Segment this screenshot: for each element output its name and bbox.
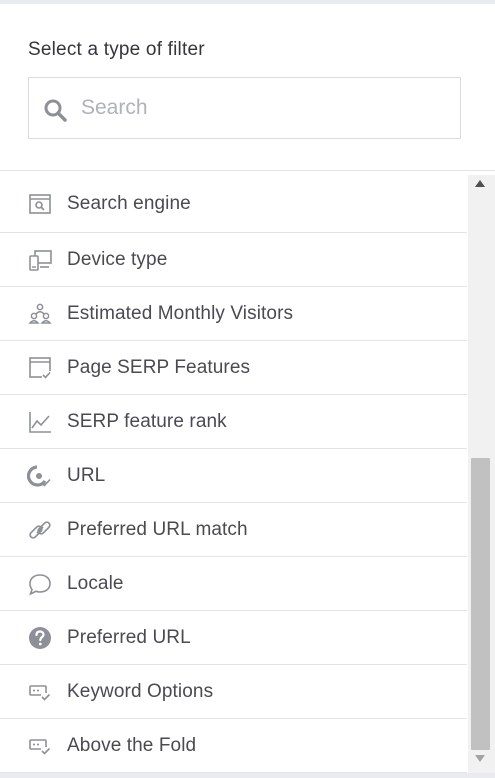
filter-item-label: Keyword Options [67,680,214,702]
search-box[interactable] [28,77,461,139]
filter-item-locale[interactable]: Locale [0,557,467,611]
filter-item-search-engine[interactable]: Search engine [0,175,467,233]
filter-item-label: Estimated Monthly Visitors [67,302,294,324]
search-input[interactable] [81,88,451,128]
filter-item-preferred-url-match[interactable]: Preferred URL match [0,503,467,557]
rank-chart-icon [27,409,53,435]
filter-item-url[interactable]: URL [0,449,467,503]
filter-list: Search engine Device type Estimated Mont… [0,175,467,773]
filter-item-serp-feature-rank[interactable]: SERP feature rank [0,395,467,449]
filter-item-preferred-url[interactable]: Preferred URL [0,611,467,665]
filter-item-label: URL [67,464,106,486]
filter-type-panel: Select a type of filter Search Search en… [0,4,495,773]
url-icon [27,463,53,489]
scroll-up-arrow-icon[interactable] [475,180,485,187]
question-icon [27,625,53,651]
search-icon [43,98,67,122]
scroll-down-arrow-icon[interactable] [475,755,485,762]
filter-item-label: Locale [67,572,124,594]
filter-item-label: Page SERP Features [67,356,251,378]
filter-item-label: Above the Fold [67,734,197,756]
filter-item-label: Preferred URL [67,626,191,648]
filter-item-estimated-monthly-visitors[interactable]: Estimated Monthly Visitors [0,287,467,341]
keyword-options-icon [27,679,53,705]
visitors-icon [27,301,53,327]
speech-bubble-icon [27,571,53,597]
list-scrollbar[interactable] [468,175,495,773]
filter-item-label: Preferred URL match [67,518,248,540]
device-type-icon [27,247,53,273]
filter-list-area: Search engine Device type Estimated Mont… [0,175,495,773]
filter-item-keyword-options[interactable]: Keyword Options [0,665,467,719]
filter-panel-header: Select a type of filter [0,4,495,170]
filter-item-above-the-fold[interactable]: Above the Fold [0,719,467,773]
filter-item-device-type[interactable]: Device type [0,233,467,287]
above-fold-icon [27,733,53,759]
filter-item-label: Search engine [67,192,191,214]
header-divider [0,170,495,171]
scroll-thumb[interactable] [471,458,490,750]
panel-title: Select a type of filter [28,39,205,60]
search-engine-icon [27,191,53,217]
serp-features-icon [27,355,53,381]
link-match-icon [27,517,53,543]
filter-item-label: Device type [67,248,168,270]
bottom-strip [0,773,495,778]
filter-item-label: SERP feature rank [67,410,227,432]
filter-item-page-serp-features[interactable]: Page SERP Features [0,341,467,395]
